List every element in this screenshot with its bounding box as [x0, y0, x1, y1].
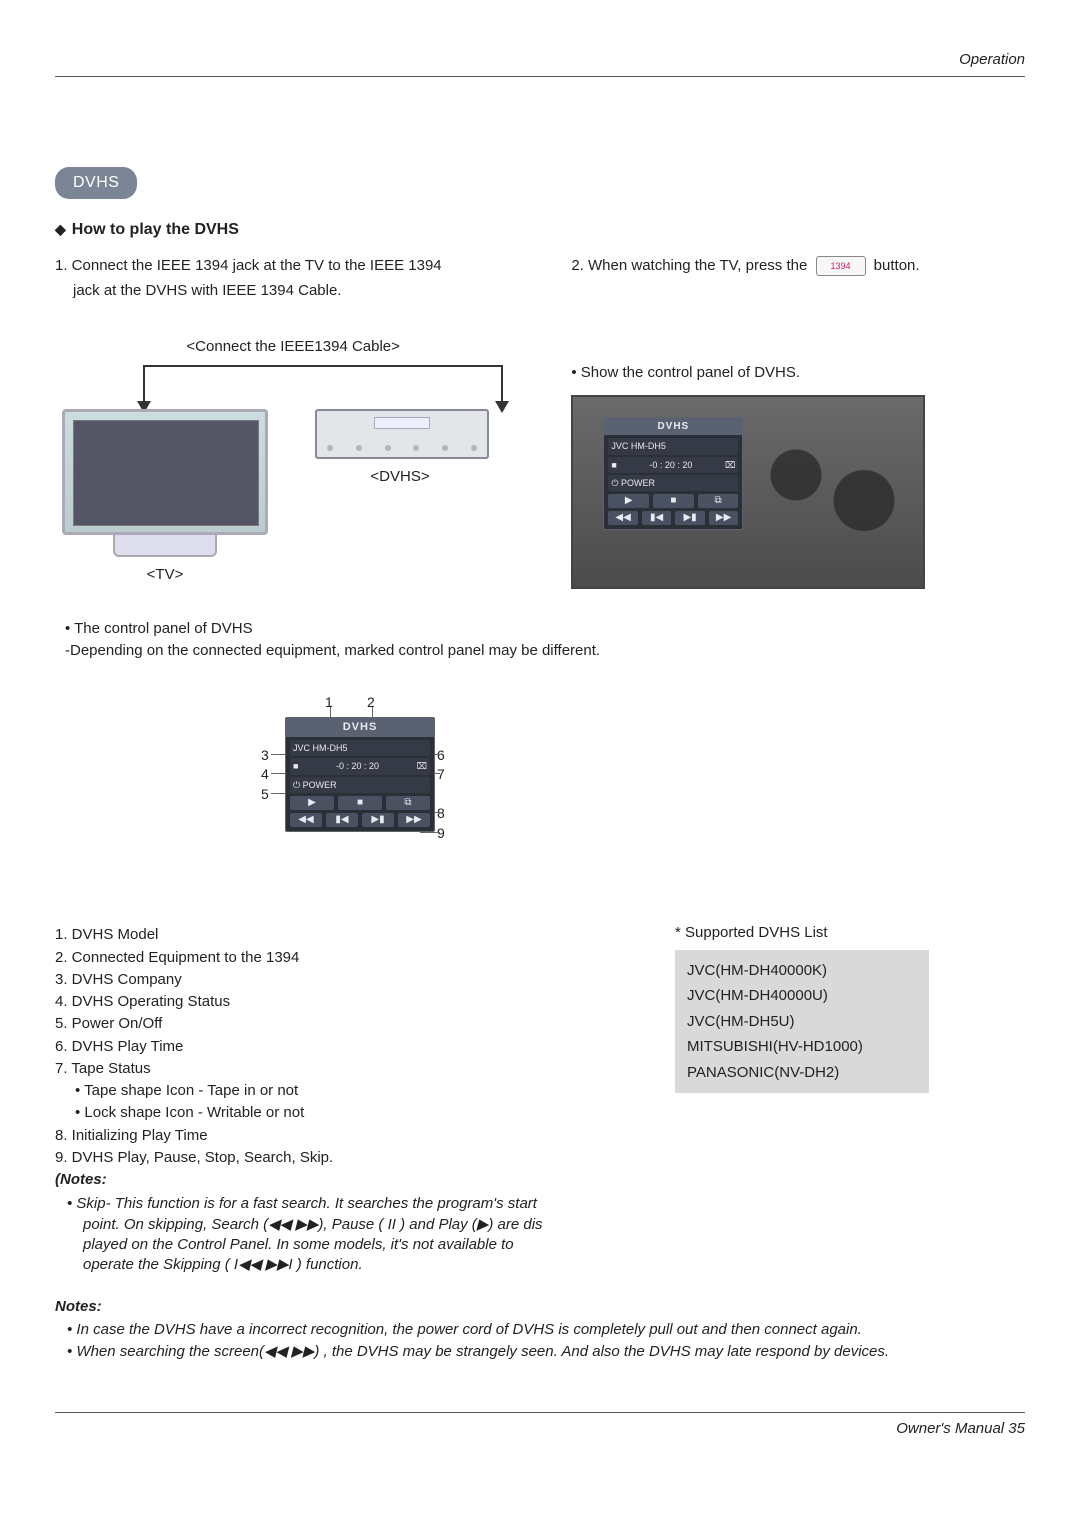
model-row: PANASONIC(NV-DH2) [687, 1060, 917, 1086]
section-label: Operation [55, 50, 1025, 70]
panel-model: JVC HM-DH5 [611, 440, 666, 452]
play-button-big[interactable]: ▶ [290, 796, 334, 810]
legend-9: 9 [437, 824, 445, 843]
li-4: 4. DVHS Operating Status [55, 992, 615, 1012]
legend-diagram: 1 2 3 4 5 6 7 8 9 DVHS JVC HM-DH5 ■ -0 :… [215, 693, 515, 903]
dvhs-label: <DVHS> [315, 467, 485, 487]
legend-5: 5 [261, 785, 269, 804]
li-3: 3. DVHS Company [55, 970, 615, 990]
panel-model-big: JVC HM-DH5 [293, 742, 348, 754]
cable-title: <Connect the IEEE1394 Cable> [55, 337, 531, 357]
dvhs-illustration: <DVHS> [315, 409, 485, 487]
panel-time: -0 : 20 : 20 [649, 459, 692, 471]
prev-button[interactable]: ▮◀ [642, 511, 672, 525]
rewind-button-big[interactable]: ◀◀ [290, 813, 322, 827]
status-icon-big: ■ [293, 760, 298, 772]
li-1: 1. DVHS Model [55, 925, 615, 945]
panel-title-big: DVHS [286, 718, 434, 737]
li-6: 6. DVHS Play Time [55, 1037, 615, 1057]
model-row: MITSUBISHI(HV-HD1000) [687, 1034, 917, 1060]
bottom-note-2: • When searching the screen(◀◀ ▶▶) , the… [67, 1342, 1025, 1362]
supported-list: * Supported DVHS List JVC(HM-DH40000K) J… [675, 923, 1025, 1093]
cable-line [143, 365, 503, 409]
panel-time-big: -0 : 20 : 20 [336, 760, 379, 772]
osd-panel-small: DVHS JVC HM-DH5 ■ -0 : 20 : 20 ⌧ ⏻ POWER… [603, 417, 743, 530]
step-1-line2: jack at the DVHS with IEEE 1394 Cable. [73, 281, 531, 301]
li-7a: • Tape shape Icon - Tape in or not [75, 1081, 615, 1101]
index-button-big[interactable]: ⧉ [386, 796, 430, 810]
cp-note-2: -Depending on the connected equipment, m… [65, 641, 1025, 661]
inline-notes-label: (Notes: [55, 1170, 615, 1190]
model-row: JVC(HM-DH40000K) [687, 958, 917, 984]
legend-3: 3 [261, 746, 269, 765]
osd-panel-legend: DVHS JVC HM-DH5 ■ -0 : 20 : 20 ⌧ ⏻ POWER… [285, 717, 435, 831]
heading: ◆How to play the DVHS [55, 219, 1025, 241]
forward-button-big[interactable]: ▶▶ [398, 813, 430, 827]
stop-button-big[interactable]: ■ [338, 796, 382, 810]
rewind-button[interactable]: ◀◀ [608, 511, 638, 525]
bottom-notes: Notes: • In case the DVHS have a incorre… [55, 1297, 1025, 1362]
next-button-big[interactable]: ▶▮ [362, 813, 394, 827]
tv-illustration: <TV> [55, 409, 275, 559]
legend-4: 4 [261, 765, 269, 784]
control-panel-note: • The control panel of DVHS -Depending o… [55, 619, 1025, 662]
footer-rule [55, 1412, 1025, 1413]
supported-models-box: JVC(HM-DH40000K) JVC(HM-DH40000U) JVC(HM… [675, 950, 929, 1094]
skip-note-2: point. On skipping, Search (◀◀ ▶▶), Paus… [83, 1215, 615, 1235]
legend-8: 8 [437, 804, 445, 823]
step-2-prefix: 2. When watching the TV, press the [571, 257, 807, 274]
li-9: 9. DVHS Play, Pause, Stop, Search, Skip. [55, 1148, 615, 1168]
model-row: JVC(HM-DH5U) [687, 1009, 917, 1035]
li-7b: • Lock shape Icon - Writable or not [75, 1103, 615, 1123]
legend-7: 7 [437, 765, 445, 784]
remote-1394-button[interactable]: 1394 [816, 256, 866, 276]
dvhs-badge: DVHS [55, 167, 137, 199]
li-7: 7. Tape Status [55, 1059, 615, 1079]
bottom-note-1: • In case the DVHS have a incorrect reco… [67, 1320, 1025, 1340]
prev-button-big[interactable]: ▮◀ [326, 813, 358, 827]
power-row-big[interactable]: ⏻ POWER [293, 779, 337, 791]
tv-screenshot: DVHS JVC HM-DH5 ■ -0 : 20 : 20 ⌧ ⏻ POWER… [571, 395, 925, 589]
model-row: JVC(HM-DH40000U) [687, 983, 917, 1009]
step-1-line1: 1. Connect the IEEE 1394 jack at the TV … [55, 256, 531, 276]
legend-1: 1 [325, 693, 333, 712]
tape-icon: ⌧ [725, 459, 735, 471]
index-button[interactable]: ⧉ [698, 494, 739, 508]
legend-list: 1. DVHS Model 2. Connected Equipment to … [55, 923, 615, 1275]
li-5: 5. Power On/Off [55, 1014, 615, 1034]
heading-text: How to play the DVHS [72, 221, 239, 238]
legend-6: 6 [437, 746, 445, 765]
page-footer: Owner's Manual 35 [55, 1419, 1025, 1439]
tv-label: <TV> [55, 565, 275, 585]
li-2: 2. Connected Equipment to the 1394 [55, 948, 615, 968]
step-2-suffix: button. [874, 257, 920, 274]
top-rule [55, 76, 1025, 77]
forward-button[interactable]: ▶▶ [709, 511, 739, 525]
li-8: 8. Initializing Play Time [55, 1126, 615, 1146]
show-panel-note: • Show the control panel of DVHS. [571, 363, 1025, 383]
power-row[interactable]: ⏻ POWER [611, 477, 655, 489]
legend-2: 2 [367, 693, 375, 712]
play-button[interactable]: ▶ [608, 494, 649, 508]
skip-note-1: • Skip- This function is for a fast sear… [67, 1194, 615, 1214]
cp-note-1: • The control panel of DVHS [65, 619, 1025, 639]
connection-diagram: <Connect the IEEE1394 Cable> <TV> <DVHS> [55, 337, 531, 559]
next-button[interactable]: ▶▮ [675, 511, 705, 525]
skip-note-3: played on the Control Panel. In some mod… [83, 1235, 615, 1255]
tape-icon-big: ⌧ [417, 760, 427, 772]
skip-note-4: operate the Skipping ( I◀◀ ▶▶I ) functio… [83, 1255, 615, 1275]
panel-title: DVHS [604, 418, 742, 436]
supported-header: * Supported DVHS List [675, 923, 1025, 943]
step-2: 2. When watching the TV, press the 1394 … [571, 256, 1025, 276]
stop-button[interactable]: ■ [653, 494, 694, 508]
bottom-notes-title: Notes: [55, 1297, 1025, 1317]
status-icon: ■ [611, 459, 616, 471]
